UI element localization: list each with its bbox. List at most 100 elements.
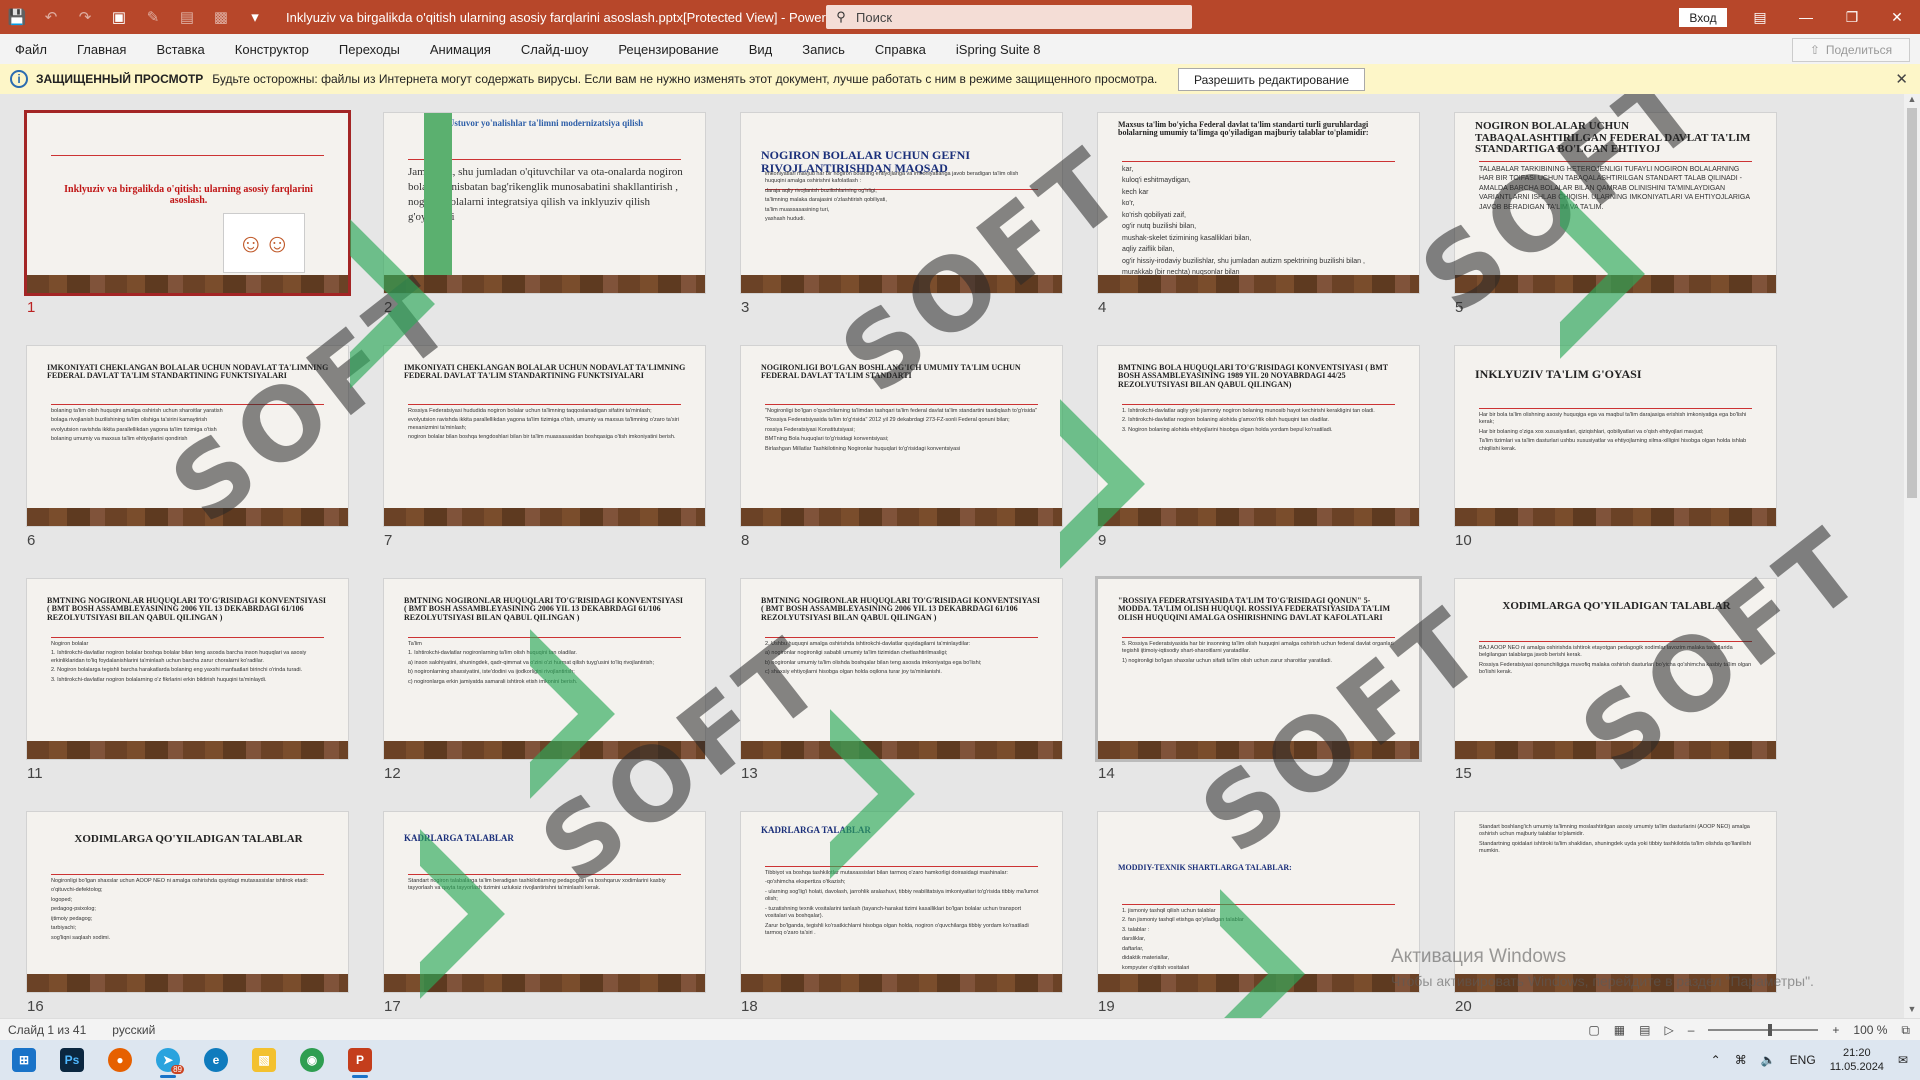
tab-help[interactable]: Справка [860, 42, 941, 57]
slide-thumbnail-3[interactable]: NOGIRON BOLALAR UCHUN GEFNI RIVOJLANTIRI… [741, 113, 1062, 293]
slide-body-line: 1. Ishtirokchi-davlatlar nogironlarning … [408, 650, 577, 657]
telegram-icon[interactable]: ➤ 89 [144, 1040, 192, 1080]
tab-record[interactable]: Запись [787, 42, 860, 57]
save-icon[interactable]: 💾 [0, 0, 34, 34]
slide-thumbnail-5[interactable]: NOGIRON BOLALAR UCHUN TABAQALASHTIRILGAN… [1455, 113, 1776, 293]
slideshow-view-icon[interactable]: ▷ [1664, 1023, 1673, 1037]
presentation-icon[interactable]: ▣ [102, 0, 136, 34]
tab-design[interactable]: Конструктор [220, 42, 324, 57]
scroll-down-icon[interactable]: ▼ [1904, 1004, 1920, 1018]
close-bar-icon[interactable]: ✕ [1895, 70, 1908, 88]
vertical-scrollbar[interactable]: ▲ ▼ [1904, 94, 1920, 1018]
tab-transitions[interactable]: Переходы [324, 42, 415, 57]
slide-thumbnail-7[interactable]: IMKONIYATI CHEKLANGAN BOLALAR UCHUN NODA… [384, 346, 705, 526]
slide-thumbnail-11[interactable]: BMTNING NOGIRONLAR HUQUQLARI TO'G'RISIDA… [27, 579, 348, 759]
slide-title: BMTNING BOLA HUQUQLARI TO'G'RISIDAGI KON… [1118, 363, 1388, 389]
slide-number: 14 [1098, 765, 1115, 782]
tab-insert[interactable]: Вставка [141, 42, 219, 57]
share-button[interactable]: ⇧ Поделиться [1792, 38, 1910, 62]
notifications-icon[interactable]: ✉ [1898, 1053, 1908, 1067]
slide-body-line: 2. Ushbu huquqni amalga oshirishda ishti… [765, 641, 971, 647]
slide-divider [765, 866, 1038, 867]
slide-thumbnail-6[interactable]: IMKONIYATI CHEKLANGAN BOLALAR UCHUN NODA… [27, 346, 348, 526]
slide-thumbnail-9[interactable]: BMTNING BOLA HUQUQLARI TO'G'RISIDAGI KON… [1098, 346, 1419, 526]
redo-icon[interactable]: ↷ [68, 0, 102, 34]
pen-icon[interactable]: ✎ [136, 0, 170, 34]
slide-body-line: Zarur bo'lganda, tegishli ko'rsatkichlar… [765, 922, 1029, 936]
zoom-knob[interactable] [1768, 1024, 1773, 1036]
slide-thumbnail-10[interactable]: INKLYUZIV TA'LIM G'OYASI Har bir bola ta'… [1455, 346, 1776, 526]
slide-body-line: BMTning Bola huquqlari to'g'risidagi kon… [765, 436, 889, 443]
enable-editing-button[interactable]: Разрешить редактирование [1178, 68, 1365, 91]
windows-start-icon[interactable]: ⊞ [0, 1040, 48, 1080]
wooden-floor-strip [27, 275, 348, 293]
language-indicator[interactable]: русский [112, 1023, 155, 1037]
customize-toolbar-icon[interactable]: ▾ [238, 0, 272, 34]
slide-thumbnail-19[interactable]: MODDIY-TEXNIK SHARTLARGA TALABLAR: 1. jis… [1098, 812, 1419, 992]
slide-body-line: 3. Ishtirokchi-davlatlar nogiron bolalar… [51, 676, 267, 683]
input-language[interactable]: ENG [1790, 1053, 1816, 1067]
slide-number: 4 [1098, 299, 1107, 316]
sign-in-button[interactable]: Вход [1679, 8, 1727, 27]
file-explorer-icon[interactable]: ▧ [240, 1040, 288, 1080]
firefox-icon[interactable]: ● [96, 1040, 144, 1080]
slide-thumbnail-15[interactable]: XODIMLARGA QO'YILADIGAN TALABLAR BAJ AOOP… [1455, 579, 1776, 759]
slide-body-line: kech kar [1122, 188, 1149, 196]
status-bar: Слайд 1 из 41 русский ▢ ▦ ▤ ▷ – + 100 % … [0, 1018, 1920, 1041]
normal-view-icon[interactable]: ▢ [1588, 1023, 1599, 1037]
slide-body-line: - ularning sog'lig'i holati, davolash, j… [765, 888, 1039, 903]
tab-file[interactable]: Файл [0, 42, 62, 57]
zoom-in-icon[interactable]: + [1832, 1023, 1839, 1037]
volume-icon[interactable]: 🔈 [1761, 1053, 1776, 1067]
slide-number: 13 [741, 765, 758, 782]
powerpoint-icon[interactable]: P [336, 1040, 384, 1080]
zoom-out-icon[interactable]: – [1688, 1023, 1695, 1037]
restore-icon[interactable]: ❐ [1829, 0, 1875, 34]
close-icon[interactable]: ✕ [1874, 0, 1920, 34]
slide-body-line: sog'liqni saqlash xodimi. [51, 934, 111, 941]
minimize-icon[interactable]: — [1783, 0, 1829, 34]
slide-body-line: bolaning ta'lim olish huquqini amalga os… [51, 408, 223, 414]
slide-divider [1479, 408, 1752, 409]
slide-thumbnail-16[interactable]: XODIMLARGA QO'YILADIGAN TALABLAR Nogironl… [27, 812, 348, 992]
slide-thumbnail-2[interactable]: Ustuvor yo'nalishlar ta'limni modernizat… [384, 113, 705, 293]
slide-body-line: ta'limning malaka darajasini o'zlashtiri… [765, 197, 887, 204]
reading-view-icon[interactable]: ▤ [1639, 1023, 1650, 1037]
tab-review[interactable]: Рецензирование [603, 42, 733, 57]
zoom-level[interactable]: 100 % [1853, 1023, 1887, 1037]
scroll-up-icon[interactable]: ▲ [1904, 94, 1920, 108]
tray-chevron-icon[interactable]: ⌃ [1711, 1053, 1721, 1067]
edge-icon[interactable]: e [192, 1040, 240, 1080]
ribbon-display-icon[interactable]: ▤ [1737, 0, 1783, 34]
tab-view[interactable]: Вид [734, 42, 788, 57]
table-icon[interactable]: ▤ [170, 0, 204, 34]
slide-thumbnail-14[interactable]: "ROSSIYA FEDERATSIYASIDA TA'LIM TO'G'RIS… [1098, 579, 1419, 759]
slide-thumbnail-12[interactable]: BMTNING NOGIRONLAR HUQUQLARI TO'G'RISIDA… [384, 579, 705, 759]
slide-thumbnail-17[interactable]: KADRLARGA TALABLAR Standart nogiron talab… [384, 812, 705, 992]
wifi-icon[interactable]: ⌘ [1735, 1053, 1747, 1067]
slide-thumbnail-4[interactable]: Maxsus ta'lim bo'yicha Federal davlat ta… [1098, 113, 1419, 293]
slide-body-line: pedagog-psixolog; [51, 906, 96, 913]
zoom-slider[interactable] [1708, 1024, 1819, 1036]
slide-number: 19 [1098, 998, 1115, 1015]
slide-body-line: 2. Ishtirokchi-davlatlar nogiron bolanin… [1122, 417, 1329, 424]
search-box[interactable]: ⚲ Поиск [826, 5, 1192, 29]
slide-thumbnail-1[interactable]: Inklyuziv va birgalikda o'qitish: ularni… [27, 113, 348, 293]
scroll-thumb[interactable] [1907, 108, 1917, 498]
slide-thumbnail-18[interactable]: KADRLARGA TALABLAR Tibbiyot va boshqa tas… [741, 812, 1062, 992]
slide-sorter-view-icon[interactable]: ▦ [1614, 1023, 1625, 1037]
slide-thumbnail-8[interactable]: NOGIRONLIGI BO'LGAN BOSHLANG'ICH UMUMIY … [741, 346, 1062, 526]
tab-animations[interactable]: Анимация [415, 42, 506, 57]
tab-slideshow[interactable]: Слайд-шоу [506, 42, 603, 57]
slide-divider [51, 404, 324, 405]
layout-icon[interactable]: ▩ [204, 0, 238, 34]
fit-to-window-icon[interactable]: ⧉ [1901, 1023, 1910, 1038]
undo-icon[interactable]: ↶ [34, 0, 68, 34]
photoshop-icon[interactable]: Ps [48, 1040, 96, 1080]
slide-divider [1122, 904, 1395, 905]
clock[interactable]: 21:20 11.05.2024 [1830, 1046, 1884, 1075]
chrome-icon[interactable]: ◉ [288, 1040, 336, 1080]
slide-thumbnail-13[interactable]: BMTNING NOGIRONLAR HUQUQLARI TO'G'RISIDA… [741, 579, 1062, 759]
tab-ispring[interactable]: iSpring Suite 8 [941, 42, 1056, 57]
tab-home[interactable]: Главная [62, 42, 141, 57]
